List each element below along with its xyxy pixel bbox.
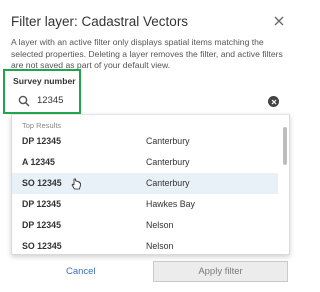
- result-survey-number: DP 12345: [22, 136, 61, 146]
- close-button[interactable]: [271, 13, 287, 29]
- result-row[interactable]: SO 12345 Nelson: [12, 236, 278, 254]
- dialog-description: A layer with an active filter only displ…: [11, 37, 283, 71]
- result-region: Nelson: [146, 241, 174, 251]
- result-survey-number: A 12345: [22, 157, 55, 167]
- result-survey-number: SO 12345: [22, 178, 62, 188]
- result-row[interactable]: DP 12345 Nelson: [12, 215, 278, 236]
- result-survey-number: DP 12345: [22, 199, 61, 209]
- close-icon: [274, 16, 284, 26]
- hand-cursor-icon: [71, 178, 81, 190]
- search-value[interactable]: 12345: [37, 95, 63, 106]
- result-region: Hawkes Bay: [146, 199, 195, 209]
- result-region: Canterbury: [146, 136, 190, 146]
- filter-dialog: Filter layer: Cadastral Vectors A layer …: [0, 0, 300, 292]
- survey-number-label: Survey number: [13, 76, 76, 86]
- result-region: Canterbury: [146, 157, 190, 167]
- results-scrollbar[interactable]: [283, 127, 287, 165]
- clear-search-button[interactable]: [268, 96, 279, 107]
- results-dropdown: Top Results DP 12345 Canterbury A 12345 …: [11, 114, 290, 255]
- result-row[interactable]: DP 12345 Canterbury: [12, 131, 278, 152]
- cancel-button[interactable]: Cancel: [66, 266, 96, 277]
- result-region: Nelson: [146, 220, 174, 230]
- result-survey-number: SO 12345: [22, 241, 62, 251]
- result-survey-number: DP 12345: [22, 220, 61, 230]
- search-icon: [18, 95, 30, 107]
- apply-filter-button[interactable]: Apply filter: [153, 261, 288, 282]
- result-row-hovered[interactable]: SO 12345 Canterbury: [12, 173, 278, 194]
- result-row[interactable]: A 12345 Canterbury: [12, 152, 278, 173]
- result-region: Canterbury: [146, 178, 190, 188]
- survey-number-input[interactable]: 12345: [11, 88, 290, 114]
- clear-icon: [271, 99, 276, 104]
- results-header: Top Results: [22, 121, 62, 130]
- dialog-title: Filter layer: Cadastral Vectors: [11, 14, 189, 29]
- result-row[interactable]: DP 12345 Hawkes Bay: [12, 194, 278, 215]
